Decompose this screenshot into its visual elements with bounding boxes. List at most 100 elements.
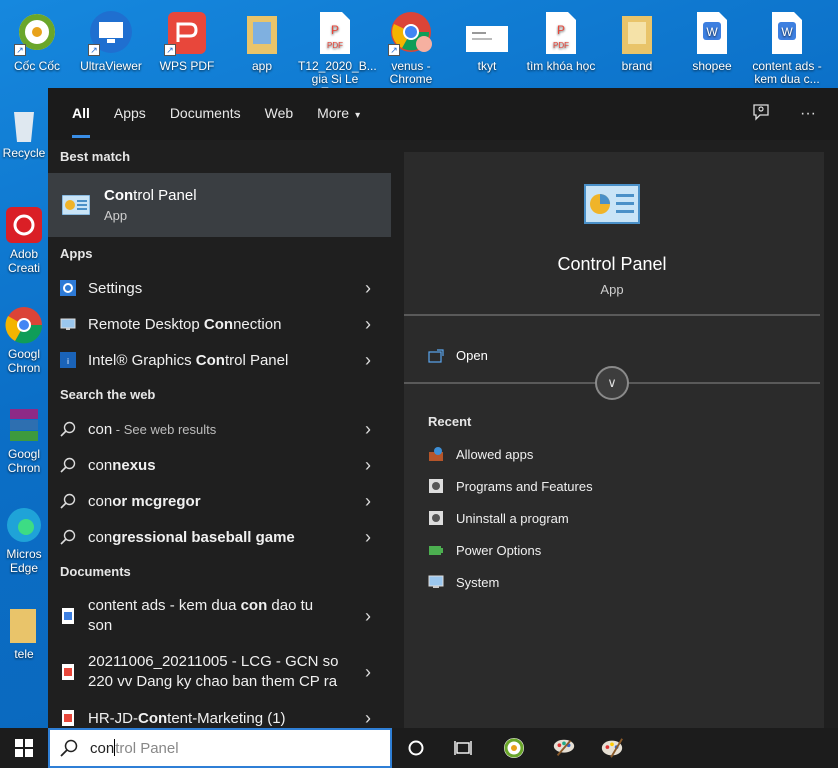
result-label: connexus: [88, 457, 156, 474]
taskbar-coccoc[interactable]: [502, 736, 526, 760]
web-result[interactable]: con - See web results ›: [48, 411, 391, 447]
expand-button[interactable]: ∨: [595, 366, 629, 400]
start-button[interactable]: [0, 728, 48, 768]
result-label: conor mcgregor: [88, 493, 201, 510]
web-result[interactable]: congressional baseball game ›: [48, 519, 391, 555]
preview-title: Control Panel: [557, 254, 667, 274]
feedback-icon[interactable]: [752, 103, 770, 126]
pdf-doc-icon: [62, 664, 74, 680]
tab-web[interactable]: Web: [253, 88, 306, 140]
desktop-icon-chrome-1[interactable]: Googl Chron: [0, 305, 48, 375]
taskbar-search-input[interactable]: con trol Panel: [48, 728, 392, 768]
app-result-settings[interactable]: Settings ›: [48, 270, 391, 306]
chevron-right-icon[interactable]: ›: [365, 411, 371, 447]
desktop-icon-label: shopee: [692, 59, 732, 73]
desktop-icon-contentads[interactable]: W content ads - kem dua c...: [750, 10, 824, 86]
svg-text:P: P: [331, 23, 339, 37]
chevron-right-icon[interactable]: ›: [365, 447, 371, 483]
task-view-icon: [454, 741, 472, 755]
desktop-icon-tele[interactable]: tele: [0, 605, 48, 661]
desktop-icon-label: Cốc Cốc: [13, 59, 60, 73]
tab-all[interactable]: All: [60, 88, 102, 140]
result-label: con - See web results: [88, 421, 216, 438]
desktop-icon-edge[interactable]: Micros Edge: [0, 505, 48, 575]
desktop-icon-brand[interactable]: brand: [600, 10, 674, 73]
match-highlight: gressional baseball game: [112, 528, 295, 546]
folder-icon: [622, 16, 652, 54]
result-label-pre: HR-JD-: [88, 709, 138, 727]
web-result[interactable]: connexus ›: [48, 447, 391, 483]
match-highlight: nexus: [112, 456, 156, 474]
result-label-pre: con: [88, 528, 113, 546]
result-label: congressional baseball game: [88, 529, 295, 546]
cortana-button[interactable]: [404, 736, 428, 760]
more-options-icon[interactable]: ···: [800, 105, 816, 123]
folder-icon: [10, 609, 36, 643]
document-result[interactable]: 20211006_20211005 - LCG - GCN so 220 vv …: [48, 644, 391, 700]
taskbar-app-3[interactable]: [600, 736, 624, 760]
desktop-icon-tkyt[interactable]: tkyt: [450, 10, 524, 73]
task-view-button[interactable]: [452, 736, 476, 760]
control-panel-icon: [62, 195, 90, 215]
desktop-icon-shopee[interactable]: W shopee: [675, 10, 749, 73]
desktop-icon-timkhoahoc[interactable]: P PDF tìm khóa học: [524, 10, 598, 73]
recent-item[interactable]: Uninstall a program: [428, 510, 569, 526]
tab-label: More: [317, 105, 350, 121]
tab-label: Web: [264, 105, 294, 121]
desktop-icon-venus[interactable]: ↗ venus - Chrome: [374, 10, 448, 86]
recent-item[interactable]: Power Options: [428, 542, 541, 558]
app-result-remote-desktop[interactable]: Remote Desktop Connection ›: [48, 306, 391, 342]
gear-icon: [60, 280, 76, 296]
tab-documents[interactable]: Documents: [158, 88, 253, 140]
adobe-cc-icon: [6, 207, 42, 243]
recent-item[interactable]: Programs and Features: [428, 478, 593, 494]
desktop-icon-t12[interactable]: PPDF T12_2020_B... gia Si Le Tra...: [298, 10, 377, 99]
result-line-2: 220 vv Dang ky chao ban them CP ra: [88, 673, 338, 690]
open-label: Open: [456, 348, 488, 363]
chevron-right-icon[interactable]: ›: [365, 483, 371, 519]
result-label-pre: Intel® Graphics: [88, 351, 196, 369]
recent-heading: Recent: [428, 414, 472, 429]
desktop-icon-label: tele: [14, 647, 34, 661]
desktop-icon-label: brand: [621, 59, 653, 73]
chevron-right-icon[interactable]: ›: [365, 306, 371, 342]
app-result-intel-graphics[interactable]: i Intel® Graphics Control Panel ›: [48, 342, 391, 378]
desktop-icon-recycle[interactable]: Recycle: [0, 104, 48, 160]
taskbar-app-2[interactable]: [552, 736, 576, 760]
recent-label: Programs and Features: [456, 478, 593, 494]
best-match-title: Control Panel: [104, 187, 197, 204]
desktop-icon-chrome-2[interactable]: Googl Chron: [0, 405, 48, 475]
chevron-right-icon[interactable]: ›: [365, 588, 371, 644]
paint-icon: [601, 738, 623, 758]
desktop-icon-label: Googl Chron: [7, 347, 41, 375]
result-line-2: son: [88, 617, 113, 634]
tab-apps[interactable]: Apps: [102, 88, 158, 140]
chevron-right-icon[interactable]: ›: [365, 519, 371, 555]
image-file-icon: [466, 26, 508, 52]
desktop-icon-label: Googl Chron: [7, 447, 41, 475]
result-label-post: nection: [233, 315, 282, 333]
desktop-icon-ultraviewer[interactable]: ↗ UltraViewer: [74, 10, 148, 73]
result-label-post: dao tu: [267, 597, 314, 614]
recent-item[interactable]: Allowed apps: [428, 446, 533, 462]
desktop-icon-app[interactable]: app: [225, 10, 299, 73]
desktop-icon-coccoc[interactable]: ↗ Cốc Cốc: [0, 10, 74, 73]
match-highlight: Con: [104, 187, 134, 204]
cortana-icon: [408, 740, 424, 756]
tab-more[interactable]: More ▾: [305, 88, 372, 140]
result-label: Settings: [88, 279, 143, 297]
desktop-icon-wpspdf[interactable]: ↗ WPS PDF: [150, 10, 224, 73]
search-icon: [60, 457, 76, 473]
desktop-icon-adobe[interactable]: Adob Creati: [0, 205, 48, 275]
recent-item[interactable]: System: [428, 574, 499, 590]
svg-text:W: W: [781, 25, 793, 39]
best-match-item[interactable]: Control Panel App: [48, 173, 391, 237]
chevron-right-icon[interactable]: ›: [365, 644, 371, 700]
svg-text:P: P: [557, 23, 565, 37]
chevron-right-icon[interactable]: ›: [365, 342, 371, 378]
control-panel-icon: [584, 184, 640, 224]
open-action[interactable]: Open: [428, 348, 488, 363]
document-result[interactable]: content ads - kem dua con dao tu son ›: [48, 588, 391, 644]
chevron-right-icon[interactable]: ›: [365, 270, 371, 306]
web-result[interactable]: conor mcgregor ›: [48, 483, 391, 519]
